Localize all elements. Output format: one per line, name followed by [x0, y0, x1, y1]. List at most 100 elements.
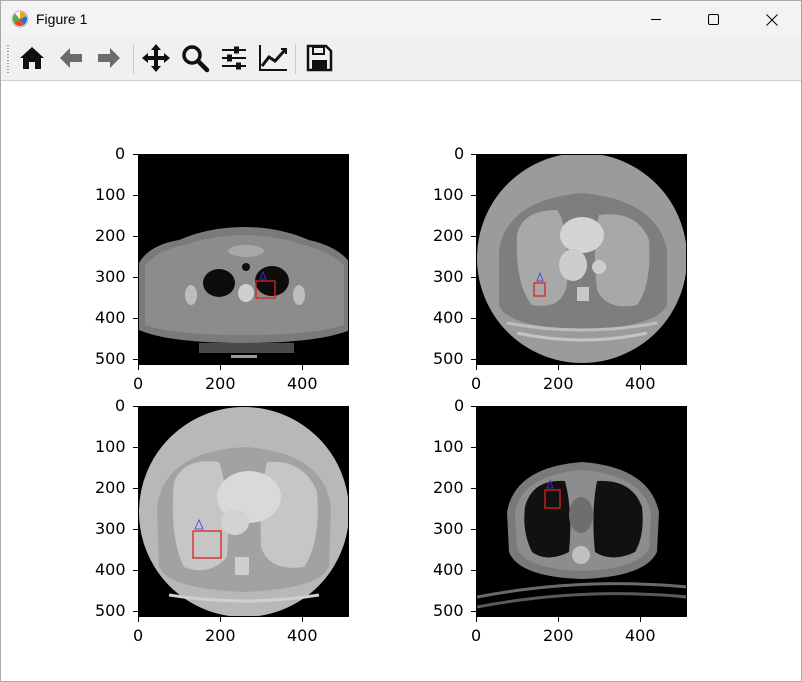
- tick-mark: [640, 617, 641, 622]
- y-tick-label: 300: [95, 267, 126, 286]
- tick-mark: [471, 154, 476, 155]
- configure-subplots-button[interactable]: [217, 41, 251, 75]
- line-chart-icon: [259, 45, 287, 71]
- edit-axes-button[interactable]: [256, 41, 290, 75]
- minimize-button[interactable]: [627, 1, 685, 38]
- y-tick-label: 100: [95, 185, 126, 204]
- minimize-icon: [651, 19, 661, 20]
- tick-mark: [302, 617, 303, 622]
- tick-mark: [471, 318, 476, 319]
- tick-mark: [133, 611, 138, 612]
- window-title: Figure 1: [36, 11, 88, 27]
- x-tick-label: 200: [543, 374, 574, 393]
- toolbar-grip: [7, 45, 9, 73]
- tick-mark: [302, 365, 303, 370]
- close-button[interactable]: [743, 1, 801, 38]
- tick-mark: [471, 570, 476, 571]
- title-bar[interactable]: Figure 1: [1, 1, 801, 38]
- forward-button[interactable]: [92, 41, 126, 75]
- navigation-toolbar: [1, 38, 801, 81]
- x-tick-label: 400: [625, 626, 656, 645]
- close-icon: [766, 14, 778, 26]
- maximize-button[interactable]: [685, 1, 743, 38]
- pan-button[interactable]: [139, 41, 173, 75]
- tick-mark: [471, 359, 476, 360]
- back-button[interactable]: [54, 41, 88, 75]
- tick-mark: [476, 617, 477, 622]
- x-tick-label: 400: [287, 626, 318, 645]
- tick-mark: [133, 447, 138, 448]
- figure-window: Figure 1 0 100 200 300 400 500 0 200 400…: [0, 0, 802, 682]
- y-tick-label: 300: [433, 267, 464, 286]
- ct-scan-image: [477, 407, 686, 616]
- y-tick-label: 500: [95, 349, 126, 368]
- x-tick-label: 200: [543, 626, 574, 645]
- y-tick-label: 100: [95, 437, 126, 456]
- arrow-left-icon: [60, 48, 82, 68]
- tick-mark: [138, 617, 139, 622]
- ct-image-top-right: [476, 154, 687, 365]
- y-tick-label: 0: [454, 396, 465, 415]
- tick-mark: [133, 236, 138, 237]
- y-tick-label: 0: [454, 144, 465, 163]
- home-button[interactable]: [15, 41, 49, 75]
- tick-mark: [133, 277, 138, 278]
- tick-mark: [471, 488, 476, 489]
- arrow-right-icon: [98, 48, 120, 68]
- home-icon: [20, 47, 44, 69]
- matplotlib-app-icon: [11, 10, 29, 28]
- y-tick-label: 100: [433, 185, 464, 204]
- y-tick-label: 0: [115, 396, 126, 415]
- y-tick-label: 0: [115, 144, 126, 163]
- sliders-icon: [222, 46, 246, 70]
- y-tick-label: 400: [95, 560, 126, 579]
- tick-mark: [133, 318, 138, 319]
- save-button[interactable]: [302, 41, 336, 75]
- tick-mark: [220, 617, 221, 622]
- tick-mark: [138, 365, 139, 370]
- tick-mark: [471, 447, 476, 448]
- y-tick-label: 500: [433, 601, 464, 620]
- tick-mark: [471, 195, 476, 196]
- ct-scan-image: [139, 155, 348, 364]
- y-tick-label: 200: [433, 478, 464, 497]
- tick-mark: [133, 488, 138, 489]
- ct-scan-image: [477, 155, 686, 364]
- ct-image-top-left: [138, 154, 349, 365]
- maximize-icon: [708, 14, 719, 25]
- y-tick-label: 300: [433, 519, 464, 538]
- figure-canvas[interactable]: 0 100 200 300 400 500 0 200 400 0 100 20…: [2, 81, 801, 681]
- tick-mark: [220, 365, 221, 370]
- tick-mark: [471, 406, 476, 407]
- y-tick-label: 500: [433, 349, 464, 368]
- x-tick-label: 200: [205, 374, 236, 393]
- tick-mark: [471, 611, 476, 612]
- y-tick-label: 400: [95, 308, 126, 327]
- zoom-button[interactable]: [178, 41, 212, 75]
- tick-mark: [133, 359, 138, 360]
- tick-mark: [471, 236, 476, 237]
- tick-mark: [471, 277, 476, 278]
- tick-mark: [471, 529, 476, 530]
- x-tick-label: 200: [205, 626, 236, 645]
- y-tick-label: 300: [95, 519, 126, 538]
- y-tick-label: 200: [433, 226, 464, 245]
- tick-mark: [133, 570, 138, 571]
- magnifier-icon: [182, 45, 210, 73]
- toolbar-separator: [295, 44, 296, 74]
- x-tick-label: 400: [287, 374, 318, 393]
- x-tick-label: 400: [625, 374, 656, 393]
- tick-mark: [133, 154, 138, 155]
- y-tick-label: 200: [95, 478, 126, 497]
- tick-mark: [133, 529, 138, 530]
- x-tick-label: 0: [133, 374, 144, 393]
- y-tick-label: 400: [433, 560, 464, 579]
- tick-mark: [133, 195, 138, 196]
- ct-image-bottom-right: [476, 406, 687, 617]
- y-tick-label: 200: [95, 226, 126, 245]
- x-tick-label: 0: [133, 626, 144, 645]
- tick-mark: [558, 617, 559, 622]
- toolbar-separator: [133, 44, 134, 74]
- tick-mark: [640, 365, 641, 370]
- ct-scan-image: [139, 407, 348, 616]
